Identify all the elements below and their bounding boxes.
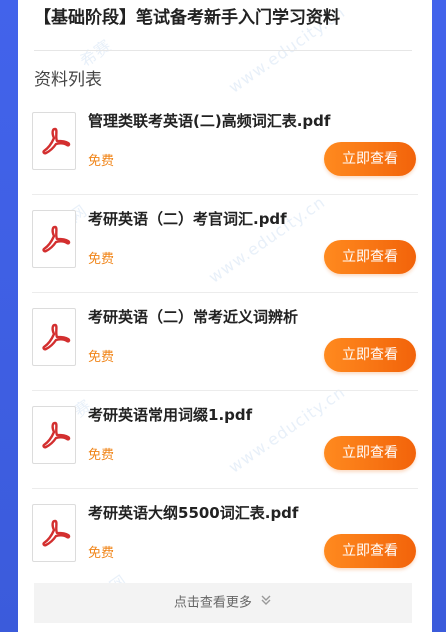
view-now-button[interactable]: 立即查看	[324, 436, 416, 470]
price-label: 免费	[88, 154, 115, 169]
price-label: 免费	[88, 350, 115, 365]
pdf-file-icon	[32, 308, 76, 366]
file-name[interactable]: 考研英语（二）常考近义词辨析	[88, 307, 298, 327]
pdf-file-icon	[32, 210, 76, 268]
pdf-file-icon	[32, 504, 76, 562]
watermark: 希赛	[76, 35, 116, 71]
file-name[interactable]: 考研英语常用词缀1.pdf	[88, 405, 252, 425]
list-item: 考研英语大纲5500词汇表.pdf 免费 立即查看	[32, 489, 418, 586]
list-item: 考研英语（二）考官词汇.pdf 免费 立即查看	[32, 195, 418, 293]
price-label: 免费	[88, 448, 115, 463]
price-label: 免费	[88, 546, 115, 561]
view-now-button[interactable]: 立即查看	[324, 240, 416, 274]
resource-card: 希赛 www.educity.cn 希赛网 www.educity.cn 希赛 …	[18, 0, 432, 632]
list-item: 考研英语（二）常考近义词辨析 免费 立即查看	[32, 293, 418, 391]
resource-list: 管理类联考英语(二)高频词汇表.pdf 免费 立即查看 考研英语（二）考官词汇.…	[18, 97, 432, 586]
double-chevron-down-icon	[260, 583, 272, 623]
right-blue-margin	[432, 0, 446, 632]
pdf-file-icon	[32, 406, 76, 464]
price-label: 免费	[88, 252, 115, 267]
file-name[interactable]: 考研英语（二）考官词汇.pdf	[88, 209, 287, 229]
page-title: 【基础阶段】笔试备考新手入门学习资料	[34, 8, 340, 28]
divider	[34, 50, 412, 51]
view-now-button[interactable]: 立即查看	[324, 534, 416, 568]
view-now-button[interactable]: 立即查看	[324, 142, 416, 176]
view-now-button[interactable]: 立即查看	[324, 338, 416, 372]
file-name[interactable]: 考研英语大纲5500词汇表.pdf	[88, 503, 298, 523]
list-item: 管理类联考英语(二)高频词汇表.pdf 免费 立即查看	[32, 97, 418, 195]
left-blue-margin	[0, 0, 18, 632]
section-heading: 资料列表	[34, 70, 102, 90]
view-more-label: 点击查看更多	[173, 595, 252, 611]
list-item: 考研英语常用词缀1.pdf 免费 立即查看	[32, 391, 418, 489]
view-more-button[interactable]: 点击查看更多	[34, 583, 412, 623]
file-name[interactable]: 管理类联考英语(二)高频词汇表.pdf	[88, 111, 330, 131]
pdf-file-icon	[32, 112, 76, 170]
